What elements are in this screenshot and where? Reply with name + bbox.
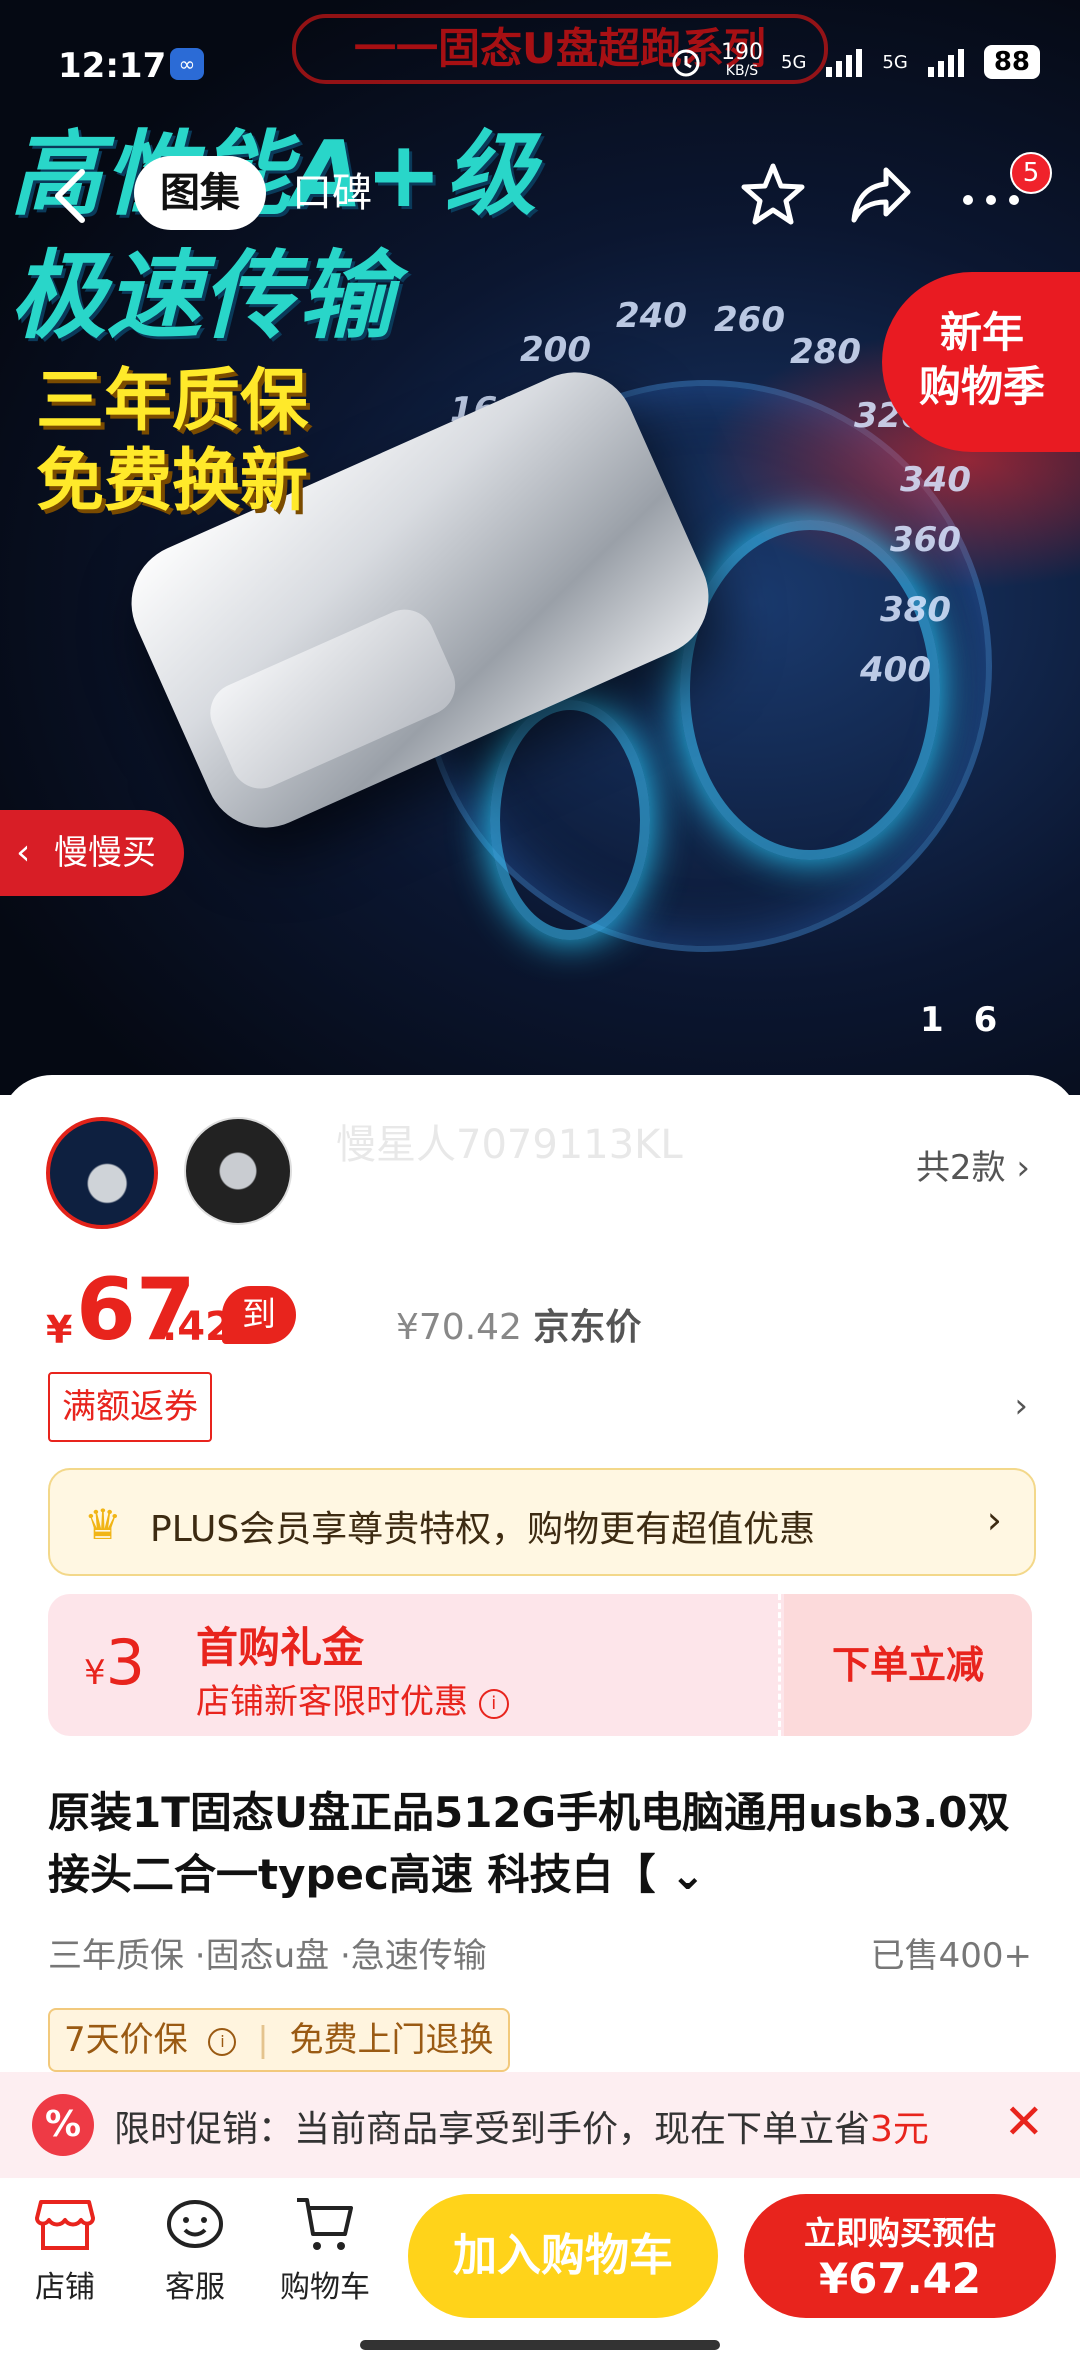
dial-number: 200 — [520, 330, 591, 370]
plus-text: PLUS会员享尊贵特权，购物更有超值优惠 — [150, 1509, 816, 1550]
battery-icon: 88 — [983, 45, 1040, 79]
tab-gallery[interactable]: 图集 — [134, 156, 266, 230]
shopping-cart-icon — [297, 2198, 353, 2250]
app-notification-icon: ∞ — [170, 48, 204, 80]
chevron-down-icon[interactable]: ⌄ — [670, 1850, 705, 1899]
variant-thumbnail[interactable] — [184, 1117, 292, 1225]
info-icon[interactable]: i — [478, 1688, 509, 1719]
jd-price: ¥70.42 京东价 — [396, 1307, 642, 1348]
signal-5g: 5G — [882, 51, 908, 73]
new-year-line1: 新年 — [939, 308, 1024, 357]
add-to-cart-button[interactable]: 加入购物车 — [408, 2194, 718, 2318]
dial-number: 240 — [616, 296, 687, 336]
cart-nav-button[interactable]: 购物车 — [270, 2194, 380, 2306]
user-watermark: 慢星人7079113KL — [336, 1122, 683, 1168]
info-icon[interactable]: i — [208, 2027, 237, 2056]
promo-bar: % 限时促销：当前商品享受到手价，现在下单立省3元 ✕ — [0, 2072, 1080, 2178]
status-time: 12:17 — [58, 46, 167, 86]
gift-subtitle: 店铺新客限时优惠 i — [196, 1674, 509, 1723]
promo-text: 限时促销：当前商品享受到手价，现在下单立省3元 — [114, 2109, 929, 2150]
dial-number: 280 — [790, 332, 861, 372]
star-favorite-icon[interactable] — [738, 160, 808, 230]
home-indicator[interactable] — [360, 2340, 720, 2350]
tab-reviews[interactable]: 口碑 — [292, 156, 372, 230]
new-year-shopping-tag[interactable]: 新年 购物季 — [882, 272, 1080, 452]
wheel-glow — [490, 700, 650, 940]
pager-total: 6 — [973, 1000, 1028, 1040]
crown-icon: ♛ — [84, 1500, 122, 1549]
gift-amount: ¥3 — [84, 1626, 146, 1699]
chevron-right-icon[interactable]: › — [1014, 1386, 1028, 1426]
close-icon[interactable]: ✕ — [1004, 2094, 1044, 2150]
alarm-icon — [672, 49, 700, 77]
notification-badge: 5 — [1010, 152, 1052, 194]
chevron-right-icon: › — [986, 1498, 1002, 1542]
gift-title: 首购礼金 — [196, 1623, 365, 1672]
dial-number: 400 — [860, 650, 931, 690]
currency-symbol: ¥ — [46, 1308, 73, 1352]
pager-current: 1 — [920, 1000, 974, 1040]
dashed-divider — [778, 1594, 781, 1736]
store-button[interactable]: 店铺 — [10, 2194, 120, 2306]
slow-buy-button[interactable]: ‹ 慢慢买 — [0, 810, 184, 896]
signal-icon — [927, 49, 964, 77]
product-tags: 三年质保 ·固态u盘 ·急速传输 — [48, 1936, 487, 1976]
network-speed: 190 KB/S — [721, 40, 763, 80]
product-title[interactable]: 原装1T固态U盘正品512G手机电脑通用usb3.0双接头二合一typec高速 … — [48, 1782, 1038, 1906]
image-pager: 16 — [920, 1000, 1027, 1040]
signal-icon — [826, 49, 863, 77]
status-right: 190 KB/S 5G 5G 88 — [669, 40, 1040, 80]
new-year-line2: 购物季 — [918, 362, 1045, 411]
status-bar: 12:17 ∞ 190 KB/S 5G 5G 88 — [0, 40, 1080, 96]
chevron-right-icon: › — [1016, 1148, 1030, 1188]
coupon-badge[interactable]: 满额返券 — [48, 1372, 212, 1442]
variant-thumbnail[interactable] — [46, 1117, 158, 1229]
ad-warranty: 免费换新 — [36, 442, 309, 521]
plus-membership-banner[interactable]: ♛ PLUS会员享尊贵特权，购物更有超值优惠 › — [48, 1468, 1036, 1576]
back-arrow-icon[interactable] — [46, 166, 96, 226]
dial-number: 260 — [714, 300, 785, 340]
share-icon[interactable] — [846, 160, 916, 230]
dial-number: 340 — [900, 460, 971, 500]
customer-service-button[interactable]: 客服 — [140, 2194, 250, 2306]
variant-count-link[interactable]: 共2款 › — [916, 1140, 1030, 1189]
order-discount-button[interactable]: 下单立减 — [784, 1594, 1032, 1736]
top-nav: 图集 口碑 — [0, 150, 1080, 240]
chevron-left-icon: ‹ — [16, 832, 31, 873]
sold-count: 已售400+ — [870, 1936, 1032, 1976]
final-price-tag: 到手价 — [222, 1286, 296, 1451]
assurance-badge[interactable]: 7天价保 i | 免费上门退换 — [48, 2008, 510, 2072]
store-icon — [35, 2200, 95, 2250]
first-purchase-gift[interactable]: ¥3 首购礼金 店铺新客限时优惠 i 下单立减 — [48, 1594, 1032, 1736]
dial-number: 380 — [880, 590, 951, 630]
signal-5g: 5G — [781, 51, 807, 73]
slow-buy-label: 慢慢买 — [54, 833, 156, 873]
buy-now-button[interactable]: 立即购买预估 ¥67.42 — [744, 2194, 1056, 2318]
chat-face-icon — [167, 2200, 223, 2248]
dial-number: 360 — [890, 520, 961, 560]
discount-percent-icon: % — [32, 2094, 94, 2156]
